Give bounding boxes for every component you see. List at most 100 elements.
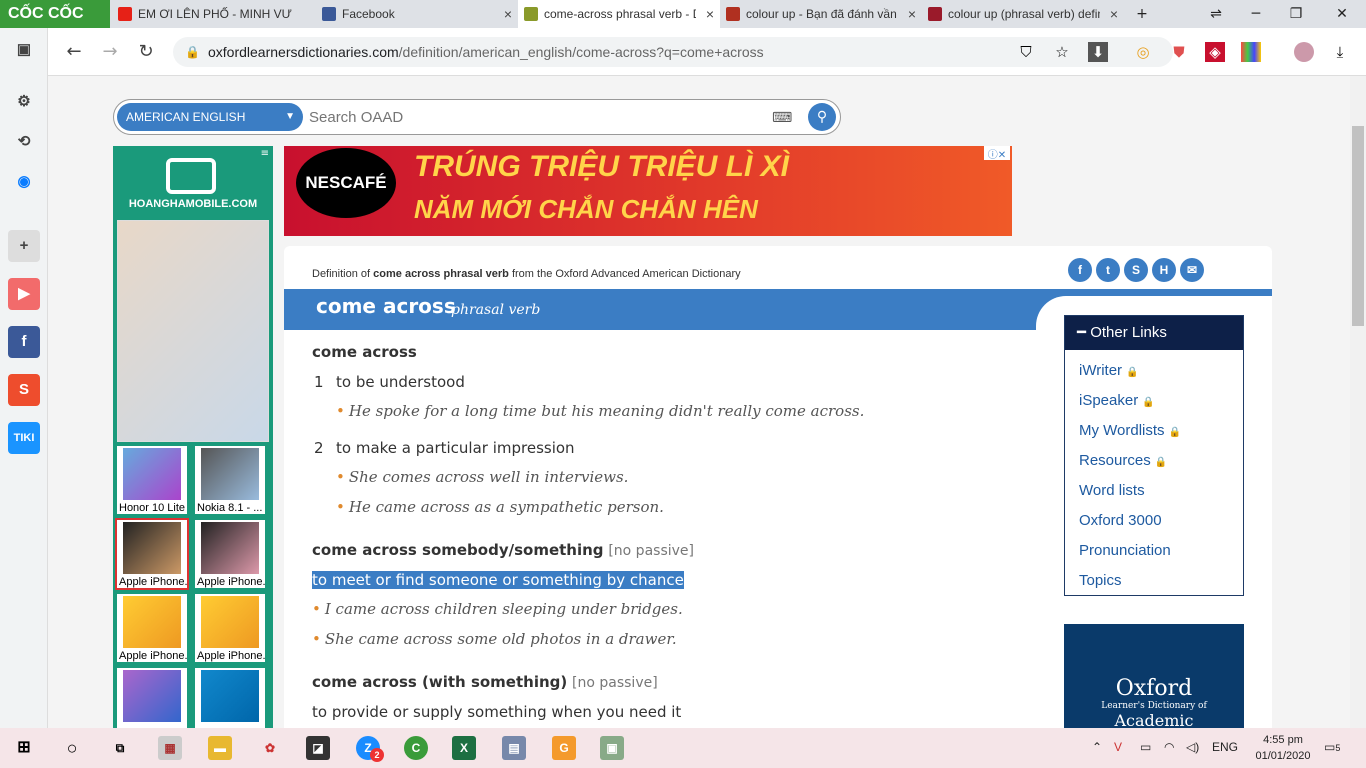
tab-colour-up[interactable]: colour up - Bạn đã đánh vần ×	[720, 0, 922, 28]
tab-facebook[interactable]: Facebook ×	[316, 0, 518, 28]
tiki-icon[interactable]: TIKI	[8, 422, 40, 454]
maximize-button[interactable]: ❐	[1276, 0, 1316, 28]
facebook-icon[interactable]: f	[8, 326, 40, 358]
youtube-icon	[118, 7, 132, 21]
menu-icon[interactable]: ≡	[261, 148, 269, 159]
ad-headline: TRÚNG TRIỆU TRIỆU LÌ XÌ	[414, 150, 789, 183]
download-manager-icon[interactable]: ⤓	[1330, 42, 1350, 62]
chevron-up-icon[interactable]: ⌃	[1092, 740, 1102, 754]
extension-icon[interactable]: ⛊	[1169, 42, 1189, 62]
sidebar-toggle-icon[interactable]: ▣	[8, 34, 40, 66]
link-word-lists[interactable]: Word lists	[1079, 482, 1243, 500]
reload-button[interactable]: ↻	[132, 38, 160, 66]
download-icon[interactable]: ⬇	[1088, 42, 1108, 62]
top-ad-banner[interactable]: NESCAFÉ TRÚNG TRIỆU TRIỆU LÌ XÌ NĂM MỚI …	[284, 146, 1012, 236]
back-button[interactable]: ←	[60, 38, 88, 66]
app-icon[interactable]: G	[552, 736, 576, 760]
coccoc-icon[interactable]: C	[404, 736, 428, 760]
file-explorer-icon[interactable]: ▬	[208, 736, 232, 760]
keyboard-icon[interactable]: ⌨	[772, 110, 792, 126]
dictionary-select[interactable]: AMERICAN ENGLISH ▼	[117, 103, 303, 131]
phone-tile[interactable]	[115, 666, 189, 728]
scrollbar-thumb[interactable]	[1352, 126, 1364, 326]
tab-youtube[interactable]: EM ƠI LÊN PHỐ - MINH VƯƠNG	[112, 0, 316, 28]
twitter-share-icon[interactable]: t	[1096, 258, 1120, 282]
shopee-icon[interactable]: S	[8, 374, 40, 406]
part-of-speech: phrasal verb	[451, 302, 541, 318]
star-icon[interactable]: ☆	[1052, 42, 1072, 62]
new-tab-button[interactable]: +	[1122, 0, 1162, 28]
app-icon[interactable]: ▤	[502, 736, 526, 760]
zalo-icon[interactable]: Z2	[356, 736, 384, 762]
add-icon[interactable]: +	[8, 230, 40, 262]
phone-tile[interactable]: Nokia 8.1 - ...	[193, 444, 267, 516]
link-topics[interactable]: Topics	[1079, 572, 1243, 590]
sense-heading: come across (with something) [no passive…	[312, 673, 658, 691]
other-links-box: ━ Other Links iWriter 🔒 iSpeaker 🔒 My Word…	[1064, 315, 1244, 596]
headword: come across	[316, 294, 456, 318]
app-icon[interactable]: ◪	[306, 736, 330, 760]
left-ad[interactable]: ≡ HOANGHAMOBILE.COM Honor 10 Lite Nokia …	[113, 146, 273, 728]
close-icon[interactable]: ×	[504, 0, 512, 28]
tab-come-across[interactable]: come-across phrasal verb - Definition ×	[518, 0, 720, 28]
link-my-wordlists[interactable]: My Wordlists 🔒	[1079, 422, 1243, 440]
task-view-icon[interactable]: ⧉	[108, 736, 132, 760]
minimize-button[interactable]: ─	[1236, 0, 1276, 28]
phone-tile[interactable]: Apple iPhone...	[115, 518, 189, 590]
messenger-icon[interactable]: ◉	[8, 166, 40, 198]
unikey-icon[interactable]: V	[1114, 740, 1122, 754]
avatar[interactable]	[1294, 42, 1314, 62]
search-button[interactable]: ⚲	[808, 103, 836, 131]
search-input[interactable]	[309, 104, 769, 130]
close-icon[interactable]: ×	[1110, 0, 1118, 28]
email-share-icon[interactable]: ✉	[1180, 258, 1204, 282]
link-oxford-3000[interactable]: Oxford 3000	[1079, 512, 1243, 530]
extension-icon[interactable]: ◈	[1205, 42, 1225, 62]
browser-logo[interactable]: CỐC CỐC	[0, 0, 110, 28]
gear-icon[interactable]: ⚙	[8, 86, 40, 118]
battery-icon[interactable]: ▭	[1140, 740, 1151, 754]
oxford-academic-ad[interactable]: Oxford Learner's Dictionary of Academic	[1064, 624, 1244, 728]
youtube-icon[interactable]: ▶	[8, 278, 40, 310]
app-icon[interactable]: ✿	[258, 736, 282, 760]
notification-icon[interactable]: ▭5	[1324, 740, 1340, 754]
stumbleupon-share-icon[interactable]: S	[1124, 258, 1148, 282]
close-icon[interactable]: ×	[706, 0, 714, 28]
sense-heading: come across	[312, 343, 417, 361]
extension-icon[interactable]	[1241, 42, 1261, 62]
close-window-button[interactable]: ✕	[1322, 0, 1362, 28]
phone-tile[interactable]	[193, 666, 267, 728]
phone-tile[interactable]: Apple iPhone...	[115, 592, 189, 664]
link-iwriter[interactable]: iWriter 🔒	[1079, 362, 1243, 380]
extension-icon[interactable]: ◎	[1133, 42, 1153, 62]
sense-number: 2	[314, 439, 324, 457]
phone-tile[interactable]: Apple iPhone...	[193, 592, 267, 664]
clock[interactable]: 4:55 pm 01/01/2020	[1246, 732, 1320, 764]
volume-icon[interactable]: ◁)	[1186, 740, 1199, 754]
close-icon[interactable]: ×	[908, 0, 916, 28]
excel-icon[interactable]: X	[452, 736, 476, 760]
app-icon[interactable]: ▦	[158, 736, 182, 760]
shield-icon[interactable]: ⛉	[1016, 42, 1036, 62]
ad-close-icon[interactable]: ⓘ✕	[984, 146, 1010, 161]
phone-name: Nokia 8.1 - ...	[197, 502, 263, 514]
brand-logo	[166, 158, 216, 194]
oxford-icon	[524, 7, 538, 21]
phone-tile[interactable]: Honor 10 Lite	[115, 444, 189, 516]
tab-colour-up-def[interactable]: colour up (phrasal verb) definition ×	[922, 0, 1124, 28]
app-icon[interactable]: ▣	[600, 736, 624, 760]
link-pronunciation[interactable]: Pronunciation	[1079, 542, 1243, 560]
hi5-share-icon[interactable]: H	[1152, 258, 1176, 282]
other-links-header[interactable]: ━ Other Links	[1065, 316, 1243, 350]
history-icon[interactable]: ⟲	[8, 126, 40, 158]
wifi-icon[interactable]: ◠	[1164, 740, 1174, 754]
phone-tile[interactable]: Apple iPhone...	[193, 518, 267, 590]
facebook-share-icon[interactable]: f	[1068, 258, 1092, 282]
language-indicator[interactable]: ENG	[1212, 740, 1238, 754]
windows-start-icon[interactable]: ⊞	[12, 736, 36, 760]
search-icon[interactable]: ○	[60, 736, 84, 760]
forward-button[interactable]: →	[96, 38, 124, 66]
link-resources[interactable]: Resources 🔒	[1079, 452, 1243, 470]
link-ispeaker[interactable]: iSpeaker 🔒	[1079, 392, 1243, 410]
tab-search-icon[interactable]: ⇌	[1196, 0, 1236, 28]
